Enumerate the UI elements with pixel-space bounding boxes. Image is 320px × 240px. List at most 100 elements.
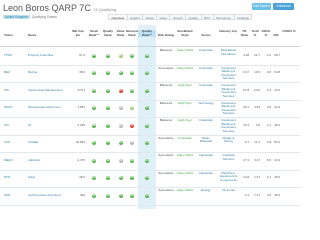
yield-value: 22.7 [254, 52, 260, 57]
company-name-link[interactable]: Property Franchise [28, 53, 70, 58]
industry-link[interactable]: Machinery, Equipment & Components [218, 171, 239, 183]
tab-rules[interactable]: Rules [142, 14, 157, 20]
ticker-link[interactable]: RTN [4, 176, 24, 180]
table-header: Ticker Name Mkt Cap £m Stock Rank™ Quali… [0, 25, 300, 47]
industry-link[interactable]: Oil & Gas [218, 188, 239, 193]
col-croci[interactable]: CROCI % [281, 29, 297, 34]
pe-value: 4.1 [244, 192, 249, 197]
quality-rank-badge: 78 [106, 71, 110, 76]
tab-overview[interactable]: Overview [108, 14, 127, 20]
industry-link[interactable]: Real Estate Operations [218, 48, 239, 56]
company-name-link[interactable]: Beznet [28, 71, 70, 75]
sector-link[interactable]: Financials [196, 83, 216, 88]
sector-link[interactable]: Energy [196, 188, 216, 193]
momentum-rank-badge: 94 [130, 53, 134, 58]
sector-link[interactable]: Technology [196, 101, 216, 106]
company-name-link[interactable]: Impax Asset Management [28, 88, 70, 93]
table-row[interactable]: IPX IG 2,295 Balanced High Flyer Financials In… [0, 117, 300, 136]
company-name-link[interactable]: Gulf Keystone Petroleum [28, 193, 70, 198]
market-select[interactable]: United Kingdom [3, 15, 30, 19]
stockrank-style: Super Stock [176, 188, 194, 192]
col-industry[interactable]: Industry Grp [218, 29, 238, 34]
table-row[interactable]: RTN Zotal 38.0 Speculative Super Stock Indust… [0, 170, 300, 188]
download-button[interactable]: Download [273, 3, 294, 10]
col-sector[interactable]: Sector [196, 33, 216, 38]
company-name-link[interactable]: IG [28, 123, 70, 128]
table-row[interactable]: BEZ Beznet 38.6 Speculative Super Stock Finan… [0, 65, 300, 83]
tab-momentum[interactable]: Momentum [212, 14, 234, 20]
pb-value: 44.3 [274, 157, 280, 162]
col-quality-rank[interactable]: Quality Rank [102, 29, 114, 37]
sector-link[interactable]: Industrials [196, 171, 216, 176]
stock-rank-badge: 90 [92, 193, 96, 198]
table-row[interactable]: GPP Gulf Keystone Petroleum 409 Speculative… [0, 187, 300, 206]
yield-value: 24.6 [254, 87, 260, 92]
sector-link[interactable]: Financials [196, 66, 216, 71]
ticker-link[interactable]: MEAN [4, 158, 24, 163]
roce-value: 3.8 [266, 105, 271, 110]
col-mktcap[interactable]: Mkt Cap £m [70, 29, 86, 37]
tab-value[interactable]: Value [156, 14, 170, 20]
table-row[interactable]: MEAN Admiral's 2,375 Speculative Super Stock… [0, 152, 300, 171]
ticker-link[interactable]: TPFG [4, 53, 24, 58]
table-row[interactable]: TPFG Property Franchise 97.6 Balanced Super … [0, 47, 300, 66]
col-pb[interactable]: P/B [272, 33, 280, 38]
col-quality-score[interactable]: Quality Rank™ [138, 29, 156, 38]
market-cap-value: 38.6 [79, 70, 85, 75]
ticker-link[interactable]: IPX [4, 88, 24, 93]
tab-npv[interactable]: NPV [200, 14, 213, 20]
sector-link[interactable]: Financials [196, 48, 216, 53]
edit-screen-button[interactable]: Edit Screen [252, 3, 271, 10]
risk-rating: Balanced [159, 100, 173, 105]
company-name-link[interactable]: SVS&E [28, 141, 70, 145]
yield-value: 0.27 [254, 157, 260, 162]
quality-score-badge: 98 [145, 53, 149, 58]
sector-link[interactable]: Industrials [196, 153, 216, 158]
tab-holdings[interactable]: Holdings [233, 14, 253, 20]
company-name-link[interactable]: Zotal [28, 176, 70, 180]
col-style[interactable]: StockRank Style [176, 29, 194, 37]
tab-quality[interactable]: Quality [185, 14, 201, 20]
industry-link[interactable]: Investment Banking & Investment Services [218, 118, 239, 133]
col-pe[interactable]: PE Ratio [240, 29, 249, 37]
industry-link[interactable]: Investment Banking & Investment Services [218, 83, 239, 98]
stockrank-style: Super Stock [176, 153, 194, 157]
qualifying-filter[interactable]: Qualifying Shares [32, 15, 57, 19]
ticker-link[interactable]: MONY [4, 106, 24, 110]
momentum-rank-badge: 86 [130, 71, 134, 76]
pb-value: 20.4 [274, 105, 280, 110]
momentum-rank-badge: 69 [130, 106, 134, 111]
ticker-link[interactable]: GPP [4, 193, 24, 198]
industry-link[interactable]: Industrial Services [218, 153, 239, 161]
quality-score-badge: 94 [145, 141, 149, 146]
industry-link[interactable]: Metals & Mining [218, 136, 239, 144]
momentum-rank-badge: 21 [130, 123, 134, 128]
col-stock-rank[interactable]: Stock Rank™ [87, 29, 101, 37]
industry-link[interactable]: Investment Banking & Investment Services [218, 101, 239, 116]
tab-growth[interactable]: Growth [169, 14, 186, 20]
tab-graphs[interactable]: Graphs [126, 14, 143, 20]
pe-value: 20.1 [243, 105, 249, 110]
company-name-link[interactable]: Admiral's [28, 158, 70, 163]
ticker-link[interactable]: IPX [4, 123, 24, 128]
yield-value: 7.37 [254, 192, 260, 197]
sector-link[interactable]: Financials [196, 118, 216, 123]
table-row[interactable]: IPX Impax Asset Management 274.3 Balanced Hi… [0, 82, 300, 101]
table-row[interactable]: MONY Moneysupermarket.Com 1,681 Balanced Hig… [0, 100, 300, 118]
col-value-rank[interactable]: Value Rank [115, 29, 126, 37]
col-momentum-rank[interactable]: Momentum Rank [126, 29, 142, 37]
col-risk[interactable]: Risk Rating [157, 33, 175, 38]
col-yield[interactable]: Yield % [250, 29, 260, 37]
industry-link[interactable]: Investment Banking & Investment Services [218, 66, 239, 81]
ticker-link[interactable]: SVS [4, 141, 24, 145]
company-name-link[interactable]: Moneysupermarket.Com [28, 106, 70, 110]
col-ticker[interactable]: Ticker [4, 33, 13, 38]
sector-link[interactable]: Basic Materials [196, 136, 216, 144]
table-row[interactable]: SVS SVS&E 24,823 Speculative Contrarian Basic… [0, 135, 300, 153]
col-name[interactable]: Name [28, 33, 36, 38]
stockrank-style: Super Stock [176, 48, 194, 52]
stock-rank-badge: 95 [92, 88, 96, 93]
yield-value: 1.67 [254, 175, 260, 180]
col-roce[interactable]: ROCE % [261, 29, 271, 37]
ticker-link[interactable]: BEZ [4, 71, 24, 75]
